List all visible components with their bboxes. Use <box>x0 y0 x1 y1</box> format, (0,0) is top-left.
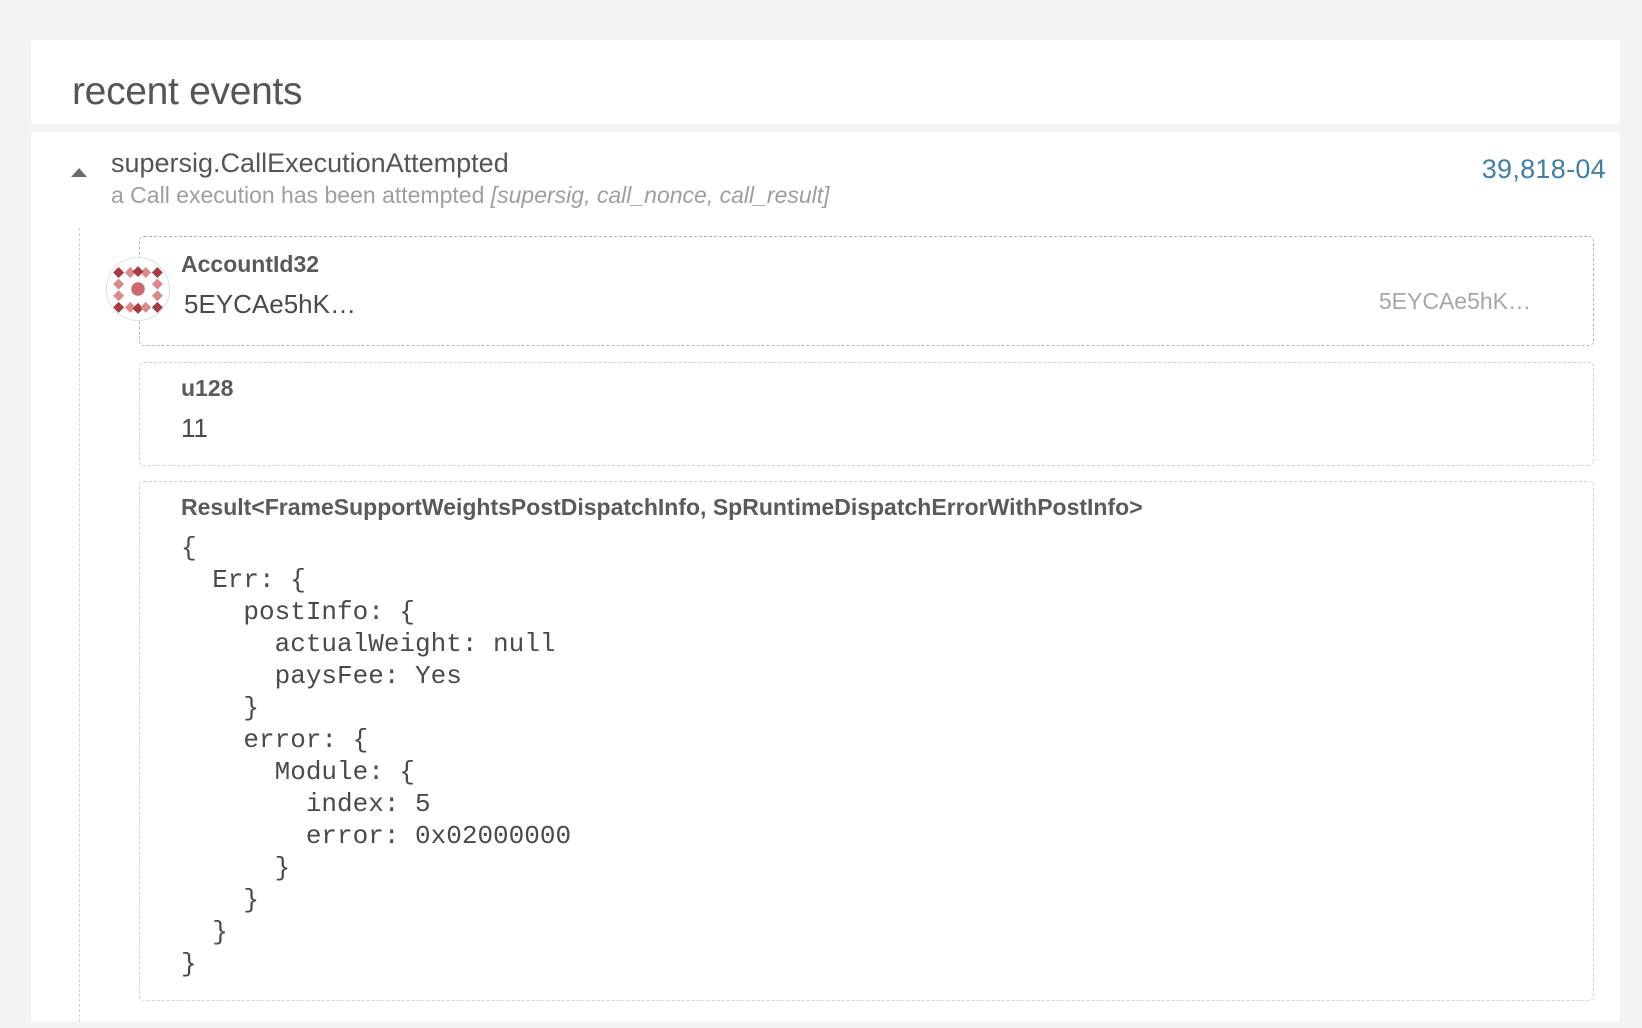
param-value: 11 <box>181 413 208 443</box>
page-title: recent events <box>72 70 303 113</box>
event-fields: [supersig, call_nonce, call_result] <box>490 182 830 208</box>
account-address: 5EYCAe5hK… <box>1378 288 1531 314</box>
event-item: supersig.CallExecutionAttempted a Call e… <box>31 132 1620 1022</box>
event-description-text: a Call execution has been attempted <box>111 182 485 208</box>
param-type: Result<FrameSupportWeightsPostDispatchIn… <box>181 494 1143 520</box>
tree-line <box>79 228 80 1022</box>
caret-up-icon[interactable] <box>71 168 87 177</box>
param-account: AccountId32 5EYCAe5hK… 5EYCAe5hK… <box>106 236 1594 346</box>
account-name[interactable]: 5EYCAe5hK… <box>184 289 356 320</box>
param-result: Result<FrameSupportWeightsPostDispatchIn… <box>139 481 1594 1001</box>
result-json: { Err: { postInfo: { actualWeight: null … <box>181 533 572 979</box>
identicon-icon[interactable] <box>106 257 170 321</box>
param-type: AccountId32 <box>181 251 320 277</box>
param-u128: u128 11 <box>139 362 1594 466</box>
block-link[interactable]: 39,818-04 <box>1482 154 1606 185</box>
event-description: a Call execution has been attempted [sup… <box>111 182 830 209</box>
recent-events-header: recent events <box>31 40 1620 124</box>
param-type: u128 <box>181 375 234 401</box>
event-name: supersig.CallExecutionAttempted <box>111 148 509 178</box>
